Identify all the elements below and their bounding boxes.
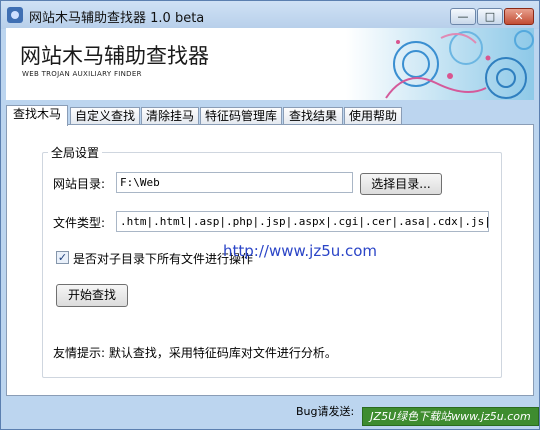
tab-panel-find-trojan: 全局设置 网站目录: F:\Web 选择目录... 文件类型: .htm|.ht… [6,124,534,396]
tab-strip: 查找木马 自定义查找 清除挂马 特征码管理库 查找结果 使用帮助 [6,105,534,126]
tab-help[interactable]: 使用帮助 [344,107,402,125]
status-bar: Bug请发送: JZ5U绿色下载站www.jz5u.com [6,399,539,426]
status-bug-report-text: Bug请发送: [296,405,355,418]
tab-clean-trojan[interactable]: 清除挂马 [141,107,199,125]
tab-search-results[interactable]: 查找结果 [283,107,343,125]
tab-signature-library[interactable]: 特征码管理库 [200,107,282,125]
browse-directory-button[interactable]: 选择目录... [360,173,442,195]
header-banner: 网站木马辅助查找器 WEB TROJAN AUXILIARY FINDER [6,28,534,100]
start-search-button[interactable]: 开始查找 [56,284,128,307]
site-directory-input[interactable]: F:\Web [116,172,353,193]
banner-title: 网站木马辅助查找器 [20,44,209,68]
close-button[interactable]: ✕ [504,8,534,25]
group-legend: 全局设置 [48,144,103,161]
watermark-url: http://www.jz5u.com [223,242,378,260]
app-window: 网站木马辅助查找器 1.0 beta — □ ✕ 网站木马辅助查找器 WEB T… [0,0,540,430]
site-directory-label: 网站目录: [53,177,106,191]
title-bar: 网站木马辅助查找器 1.0 beta — □ ✕ [1,1,539,29]
global-settings-group: 全局设置 网站目录: F:\Web 选择目录... 文件类型: .htm|.ht… [42,144,502,378]
tab-custom-search[interactable]: 自定义查找 [70,107,140,125]
site-watermark-badge: JZ5U绿色下载站www.jz5u.com [362,407,539,426]
file-type-input[interactable]: .htm|.html|.asp|.php|.jsp|.aspx|.cgi|.ce… [116,211,489,232]
tip-text: 友情提示: 默认查找，采用特征码库对文件进行分析。 [53,346,337,360]
file-type-label: 文件类型: [53,216,106,230]
tab-find-trojan[interactable]: 查找木马 [6,105,68,126]
decorative-swirl-art [346,28,534,100]
maximize-button[interactable]: □ [477,8,503,25]
app-icon [7,7,23,23]
subdirectory-checkbox[interactable]: ✓ [56,251,69,264]
minimize-button[interactable]: — [450,8,476,25]
window-title: 网站木马辅助查找器 1.0 beta [29,11,205,26]
banner-subtitle: WEB TROJAN AUXILIARY FINDER [22,70,142,78]
